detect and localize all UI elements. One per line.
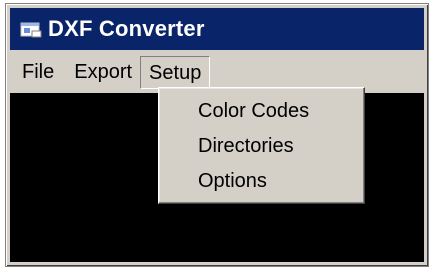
menu-file[interactable]: File: [14, 56, 62, 89]
menu-item-options[interactable]: Options: [159, 164, 364, 199]
menu-item-directories[interactable]: Directories: [159, 129, 364, 164]
menu-setup[interactable]: Setup: [140, 55, 211, 89]
menu-export[interactable]: Export: [66, 56, 140, 89]
menu-item-color-codes[interactable]: Color Codes: [159, 94, 364, 129]
menu-bar: File Export Setup: [10, 53, 424, 91]
setup-dropdown-menu: Color Codes Directories Options: [158, 87, 365, 204]
title-bar[interactable]: DXF Converter: [10, 8, 424, 50]
app-window-icon: [20, 22, 42, 38]
window-title: DXF Converter: [48, 16, 205, 41]
